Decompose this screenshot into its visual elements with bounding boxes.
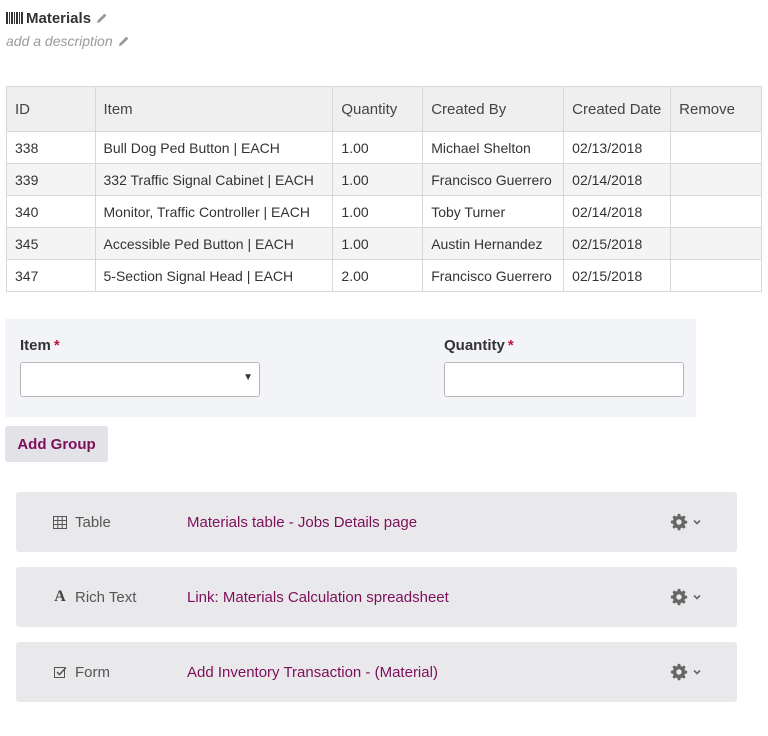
- quantity-label-row: Quantity *: [444, 337, 684, 354]
- widget-settings-menu[interactable]: [670, 513, 702, 531]
- cell-remove[interactable]: [670, 195, 762, 228]
- cell-remove[interactable]: [670, 227, 762, 260]
- cell-created-by: Francisco Guerrero: [422, 259, 565, 292]
- table-row: 345 Accessible Ped Button | EACH 1.00 Au…: [6, 227, 762, 260]
- cell-quantity: 1.00: [332, 227, 424, 260]
- column-header-quantity[interactable]: Quantity: [332, 86, 424, 132]
- cell-remove[interactable]: [670, 163, 762, 196]
- description-placeholder[interactable]: add a description: [6, 33, 113, 49]
- cell-item: 5-Section Signal Head | EACH: [94, 259, 334, 292]
- cell-remove[interactable]: [670, 131, 762, 164]
- rich-text-icon: A: [54, 588, 66, 605]
- widget-type-label: Rich Text: [75, 588, 137, 606]
- quantity-required-marker: *: [507, 337, 514, 354]
- quantity-field: Quantity *: [444, 337, 684, 397]
- quantity-label: Quantity: [444, 337, 505, 354]
- item-field: Item * ▼: [20, 337, 260, 397]
- widget-row-rich-text[interactable]: A Rich Text Link: Materials Calculation …: [16, 567, 737, 627]
- widget-type: A Rich Text: [52, 588, 136, 606]
- barcode-icon: [6, 12, 23, 24]
- cell-created-date: 02/15/2018: [563, 259, 672, 292]
- quantity-input[interactable]: [444, 362, 684, 397]
- widget-row-table[interactable]: Table Materials table - Jobs Details pag…: [16, 492, 737, 552]
- cell-created-date: 02/13/2018: [563, 131, 672, 164]
- materials-table: ID Item Quantity Created By Created Date…: [6, 86, 762, 292]
- cell-created-by: Toby Turner: [422, 195, 565, 228]
- table-row: 347 5-Section Signal Head | EACH 2.00 Fr…: [6, 259, 762, 292]
- page-header: Materials add a description: [6, 8, 130, 50]
- cell-id: 347: [6, 259, 96, 292]
- item-label-row: Item *: [20, 337, 260, 354]
- chevron-down-icon[interactable]: [692, 592, 702, 602]
- cell-quantity: 1.00: [332, 195, 424, 228]
- widget-title-link[interactable]: Link: Materials Calculation spreadsheet: [187, 589, 449, 606]
- cell-created-by: Francisco Guerrero: [422, 163, 565, 196]
- cell-id: 340: [6, 195, 96, 228]
- cell-item: Monitor, Traffic Controller | EACH: [94, 195, 334, 228]
- table-header-row: ID Item Quantity Created By Created Date…: [6, 86, 762, 132]
- gear-icon[interactable]: [670, 513, 688, 531]
- widget-title-link[interactable]: Add Inventory Transaction - (Material): [187, 664, 438, 681]
- form-icon: [52, 666, 68, 679]
- cell-item: Accessible Ped Button | EACH: [94, 227, 334, 260]
- chevron-down-icon[interactable]: [692, 517, 702, 527]
- widget-settings-menu[interactable]: [670, 663, 702, 681]
- widget-row-form[interactable]: Form Add Inventory Transaction - (Materi…: [16, 642, 737, 702]
- widget-title-link[interactable]: Materials table - Jobs Details page: [187, 514, 417, 531]
- page-title: Materials: [26, 9, 92, 27]
- chevron-down-icon[interactable]: [692, 667, 702, 677]
- cell-created-date: 02/14/2018: [563, 163, 672, 196]
- cell-id: 338: [6, 131, 96, 164]
- cell-quantity: 2.00: [332, 259, 424, 292]
- description-row: add a description: [6, 32, 130, 50]
- gear-icon[interactable]: [670, 663, 688, 681]
- item-required-marker: *: [53, 337, 60, 354]
- column-header-created-date[interactable]: Created Date: [563, 86, 672, 132]
- widget-settings-menu[interactable]: [670, 588, 702, 606]
- cell-item: Bull Dog Ped Button | EACH: [94, 131, 334, 164]
- add-material-form: Item * ▼ Quantity *: [5, 319, 696, 417]
- table-icon: [52, 515, 68, 529]
- column-header-id[interactable]: ID: [6, 86, 96, 132]
- dropdown-arrow-icon: ▼: [243, 372, 253, 383]
- edit-title-pencil-icon[interactable]: [96, 12, 108, 24]
- column-header-created-by[interactable]: Created By: [422, 86, 565, 132]
- column-header-remove: Remove: [670, 86, 762, 132]
- cell-created-date: 02/15/2018: [563, 227, 672, 260]
- cell-created-date: 02/14/2018: [563, 195, 672, 228]
- edit-description-pencil-icon[interactable]: [118, 35, 130, 47]
- title-row: Materials: [6, 8, 130, 28]
- widget-type-label: Form: [75, 663, 110, 681]
- item-select[interactable]: ▼: [20, 362, 260, 397]
- column-header-item[interactable]: Item: [94, 86, 334, 132]
- cell-id: 339: [6, 163, 96, 196]
- cell-created-by: Michael Shelton: [422, 131, 565, 164]
- table-row: 340 Monitor, Traffic Controller | EACH 1…: [6, 195, 762, 228]
- cell-remove[interactable]: [670, 259, 762, 292]
- item-label: Item: [20, 337, 51, 354]
- cell-id: 345: [6, 227, 96, 260]
- table-row: 338 Bull Dog Ped Button | EACH 1.00 Mich…: [6, 131, 762, 164]
- add-group-button[interactable]: Add Group: [5, 426, 108, 462]
- cell-quantity: 1.00: [332, 131, 424, 164]
- cell-item: 332 Traffic Signal Cabinet | EACH: [94, 163, 334, 196]
- widget-type: Form: [52, 664, 110, 681]
- widget-type-label: Table: [75, 513, 111, 531]
- gear-icon[interactable]: [670, 588, 688, 606]
- cell-created-by: Austin Hernandez: [422, 227, 565, 260]
- widget-type: Table: [52, 514, 111, 531]
- table-row: 339 332 Traffic Signal Cabinet | EACH 1.…: [6, 163, 762, 196]
- cell-quantity: 1.00: [332, 163, 424, 196]
